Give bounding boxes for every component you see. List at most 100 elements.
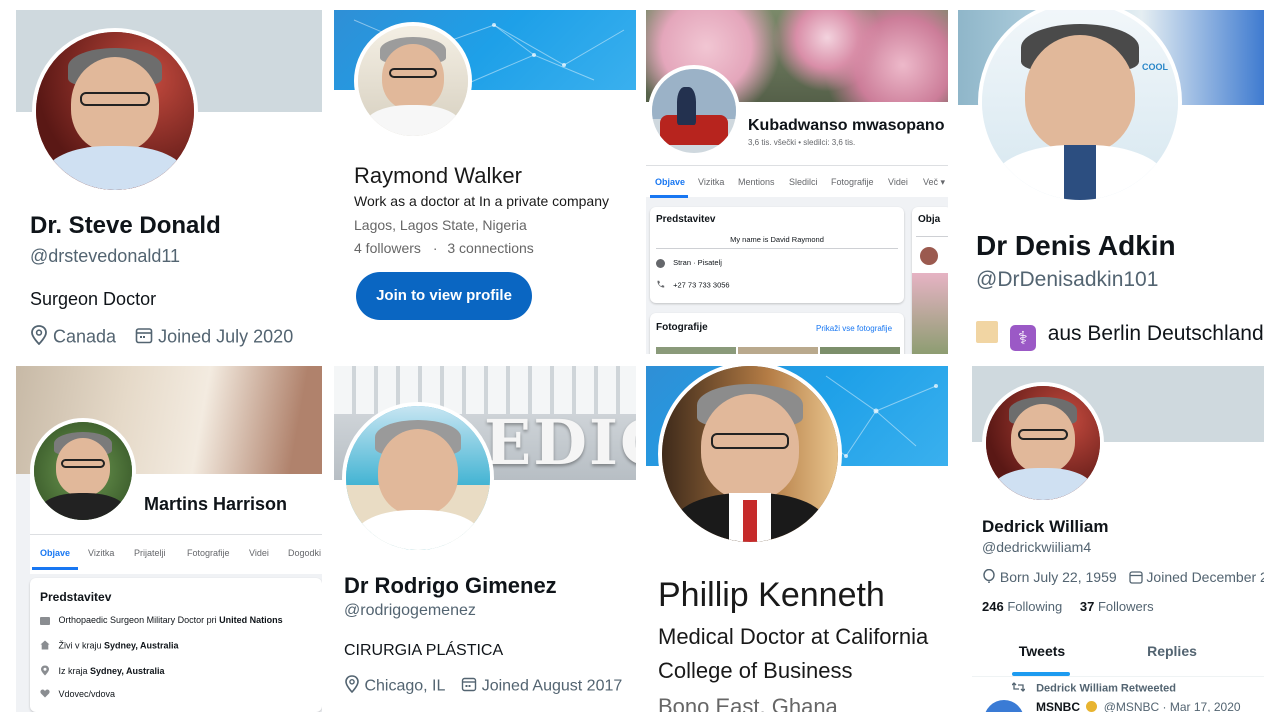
following-link[interactable]: 246 Following — [982, 599, 1062, 614]
heart-icon — [40, 689, 50, 700]
tweet-avatar[interactable] — [984, 700, 1024, 712]
followers-link[interactable]: 37 Followers — [1080, 599, 1154, 614]
tab-videi[interactable]: Videi — [888, 177, 908, 187]
avatar[interactable]: COOL — [978, 10, 1182, 204]
display-name: Dr. Steve Donald — [30, 212, 221, 239]
photos-card: Fotografije Prikaži vse fotografije — [650, 313, 904, 354]
display-name: Raymond Walker — [354, 163, 522, 188]
display-name: Dedrick William — [982, 517, 1109, 536]
join-button-label: Join to view profile — [376, 287, 512, 304]
page-type: Stran · Pisatelj — [673, 258, 722, 267]
born-text: Born July 22, 1959 — [999, 569, 1117, 586]
tab-vizitka[interactable]: Vizitka — [698, 177, 724, 187]
avatar[interactable] — [658, 366, 842, 546]
avatar[interactable] — [648, 65, 740, 157]
clinic-logo: COOL — [1142, 62, 1168, 72]
intro-title: Predstavitev — [656, 214, 716, 225]
following-count: 246 — [982, 599, 1004, 614]
retweet-row: Dedrick William Retweeted — [1011, 682, 1176, 695]
avatar[interactable] — [342, 402, 494, 554]
show-all-photos-link[interactable]: Prikaži vse fotografije — [816, 324, 892, 333]
display-name: Martins Harrison — [144, 494, 288, 514]
tweet-meta: @MSNBC · Mar 17, 2020 — [1103, 700, 1241, 712]
info-icon — [656, 258, 665, 268]
handle: @DrDenisadkin101 — [976, 268, 1159, 291]
photos-title: Fotografije — [656, 322, 708, 333]
bio: aus Berlin Deutschland — [1047, 322, 1264, 345]
location-row: Chicago, IL Joined August 2017 — [344, 675, 622, 698]
tab-dogodki[interactable]: Dogodki — [288, 548, 321, 558]
intro-title: Predstavitev — [40, 590, 112, 604]
calendar-icon — [135, 326, 153, 349]
intro-text: My name is David Raymond — [730, 235, 824, 244]
tab-prijatelji[interactable]: Prijatelji — [134, 548, 166, 558]
posts-card: Obja — [912, 207, 948, 354]
intro-card: Predstavitev Orthopaedic Surgeon Militar… — [30, 578, 322, 712]
avatar[interactable] — [30, 418, 136, 524]
tab-active-indicator — [650, 195, 688, 198]
location-pin-icon — [30, 325, 48, 350]
joined-text: Joined December 20 — [1146, 569, 1264, 586]
location-text: Canada — [53, 326, 117, 347]
tab-sledilci[interactable]: Sledilci — [789, 177, 818, 187]
work-row: Orthopaedic Surgeon Military Doctor pri … — [40, 615, 283, 625]
tab-objave[interactable]: Objave — [655, 177, 685, 187]
lives-row: Živi v kraju Sydney, Australia — [40, 640, 179, 652]
photo-thumb[interactable] — [656, 347, 736, 354]
tab-replies[interactable]: Replies — [1112, 632, 1232, 676]
photo-thumb[interactable] — [820, 347, 900, 354]
likes-followers: 3,6 tis. všečki • sledilci: 3,6 tis. — [748, 138, 856, 147]
briefcase-icon — [40, 616, 50, 625]
location-text: Bono East, Ghana — [658, 694, 838, 712]
avatar[interactable] — [354, 22, 472, 140]
tab-fotografije[interactable]: Fotografije — [187, 548, 230, 558]
tab-mentions[interactable]: Mentions — [738, 177, 775, 187]
tab-replies-label: Replies — [1147, 643, 1197, 659]
join-to-view-profile-button[interactable]: Join to view profile — [356, 272, 532, 320]
retweet-note: Dedrick William Retweeted — [1036, 682, 1176, 695]
headline-line-2: College of Business — [658, 658, 853, 683]
tab-tweets-label: Tweets — [1018, 643, 1066, 659]
profile-card-martins-harrison: Martins Harrison Objave Vizitka Prijatel… — [16, 366, 322, 712]
photo-thumb[interactable] — [738, 347, 818, 354]
tab-tweets[interactable]: Tweets — [982, 632, 1102, 676]
post-image[interactable] — [912, 273, 948, 354]
tab-objave[interactable]: Objave — [40, 548, 70, 558]
followers-count: 37 — [1079, 599, 1095, 614]
display-name: Dr Rodrigo Gimenez — [344, 573, 557, 598]
tab-fotografije[interactable]: Fotografije — [831, 177, 874, 187]
profile-card-kubadwanso: Kubadwanso mwasopano 3,6 tis. všečki • s… — [646, 10, 948, 354]
calendar-icon — [1128, 570, 1143, 587]
verified-badge-icon — [1086, 701, 1098, 712]
profile-card-denis-adkin: COOL Dr Denis Adkin @DrDenisadkin101 ⚕ a… — [958, 10, 1264, 354]
connections-count: 3 connections — [447, 240, 534, 256]
location-row: Canada Joined July 2020 — [30, 325, 293, 350]
location-text: Lagos, Lagos State, Nigeria — [354, 217, 527, 233]
headline: Work as a doctor at In a private company — [354, 193, 609, 209]
tab-videi[interactable]: Videi — [249, 548, 269, 558]
banner-sign: EDIC — [484, 406, 636, 479]
tab-more[interactable]: Več ▾ — [923, 177, 945, 188]
avatar[interactable] — [32, 28, 198, 194]
handle: @rodrigogemenez — [344, 602, 476, 619]
square-emoji-icon — [976, 321, 998, 343]
phone-icon — [656, 280, 665, 291]
tweet-author[interactable]: MSNBC — [1036, 700, 1080, 712]
handle: @drstevedonald11 — [30, 246, 181, 266]
page-type-row: Stran · Pisatelj — [656, 258, 722, 268]
relationship-row: Vdovec/vdova — [40, 689, 115, 700]
profile-card-dedrick-william: Dedrick William @dedrickwiiliam4 Born Ju… — [972, 366, 1264, 712]
profile-card-phillip-kenneth: Phillip Kenneth Medical Doctor at Califo… — [646, 366, 948, 712]
balloon-icon — [982, 568, 996, 588]
avatar[interactable] — [982, 382, 1104, 504]
retweet-icon — [1011, 682, 1026, 695]
location-pin-icon — [40, 665, 50, 678]
post-avatar[interactable] — [920, 247, 938, 265]
tab-active-indicator — [32, 567, 78, 570]
followers-count: 4 followers — [354, 240, 421, 256]
tab-vizitka[interactable]: Vizitka — [88, 548, 114, 558]
profile-card-steve-donald: Dr. Steve Donald @drstevedonald11 Surgeo… — [16, 10, 322, 354]
display-name: Phillip Kenneth — [658, 576, 885, 614]
meta-row: Born July 22, 1959 Joined December 20 — [982, 568, 1264, 588]
network-row: 4 followers · 3 connections — [354, 240, 534, 256]
